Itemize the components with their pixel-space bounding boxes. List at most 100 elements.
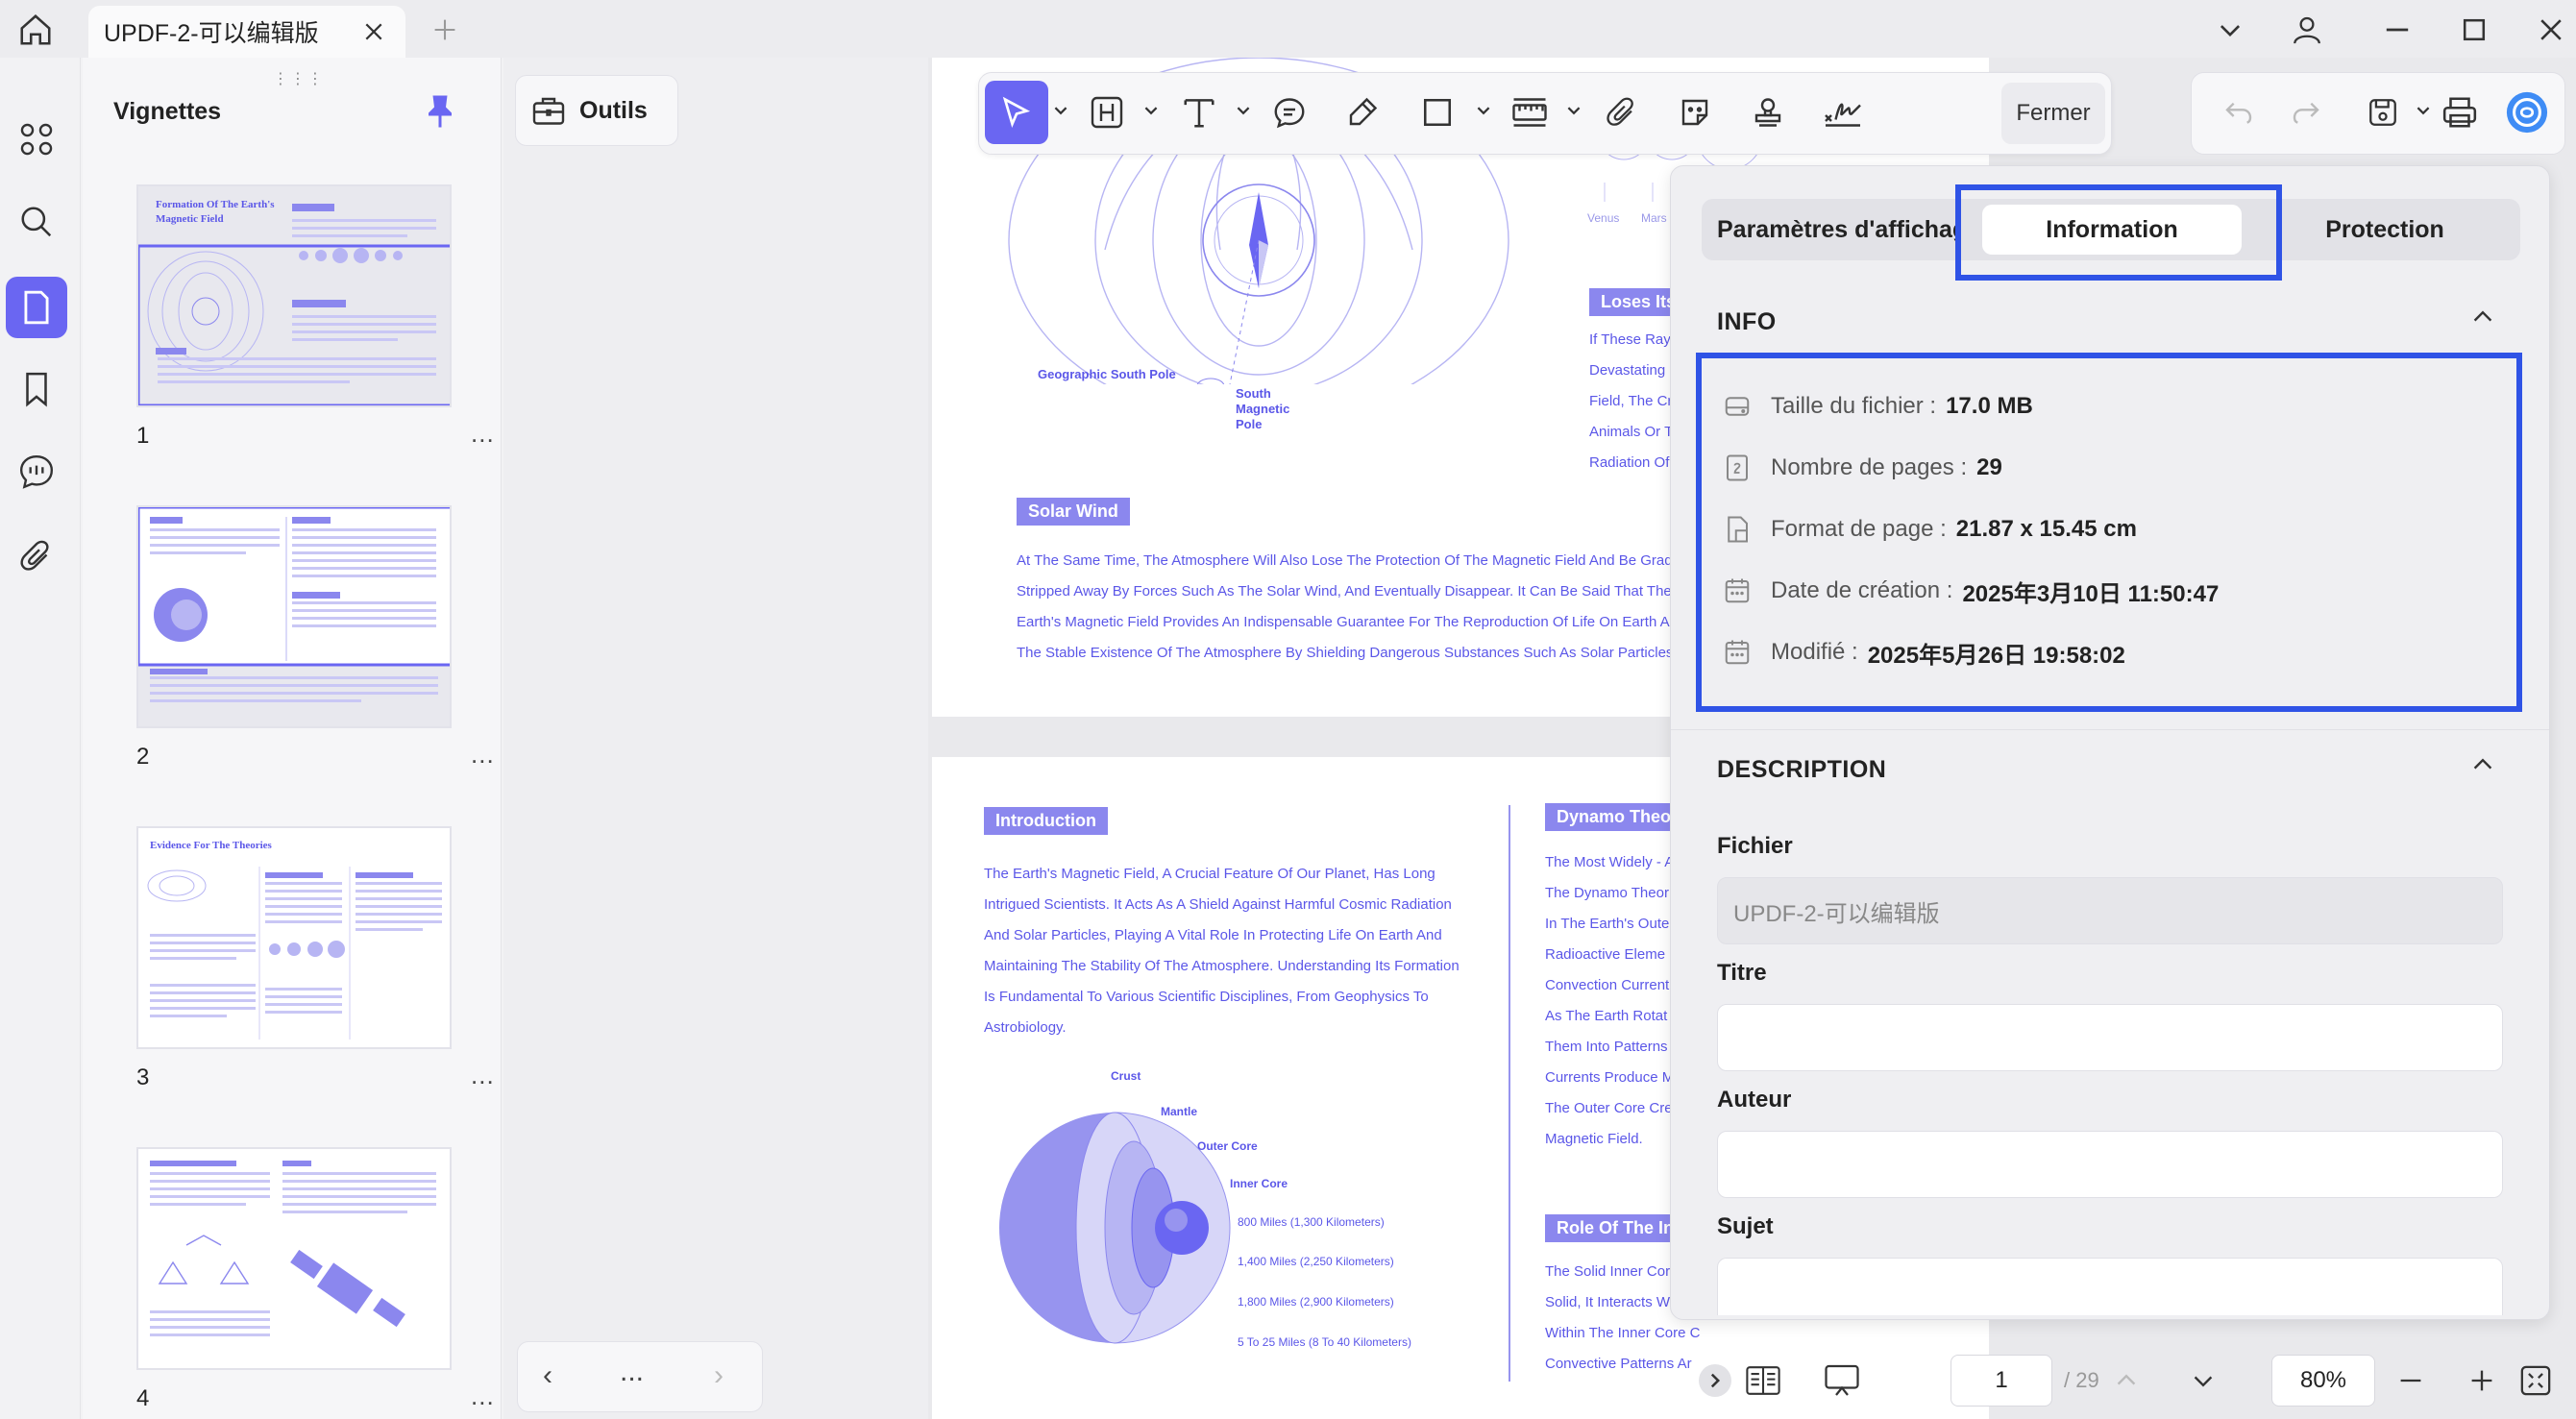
thumbnail-page-1[interactable]: Formation Of The Earth's Magnetic Field … bbox=[136, 184, 494, 449]
thumbnail-page-3[interactable]: Evidence For The Theories 3 ... bbox=[136, 826, 494, 1090]
comments-icon[interactable] bbox=[9, 444, 64, 500]
tab-display-settings[interactable]: Paramètres d'affichage bbox=[1709, 199, 1959, 260]
file-size-label: Taille du fichier : bbox=[1771, 393, 1937, 419]
page-count-label: Nombre de pages : bbox=[1771, 454, 1968, 480]
rectangle-tool-icon[interactable] bbox=[1406, 81, 1469, 144]
close-toolbar-button[interactable]: Fermer bbox=[2001, 83, 2105, 144]
minimize-icon[interactable] bbox=[2373, 6, 2421, 54]
page-total: / 29 bbox=[2064, 1368, 2099, 1392]
collapse-info-icon[interactable] bbox=[2468, 303, 2497, 331]
page-pager: ‹ ... › bbox=[517, 1341, 763, 1412]
creation-date-row: Date de création : 2025年3月10日 11:50:47 bbox=[1721, 572, 2219, 610]
fit-screen-icon[interactable] bbox=[2512, 1357, 2560, 1405]
introduction-text: The Earth's Magnetic Field, A Crucial Fe… bbox=[984, 866, 1460, 1036]
thumbnails-icon[interactable] bbox=[6, 277, 67, 338]
tools-column: Outils ‹ ... › bbox=[503, 58, 928, 1419]
thumbnail-more-button[interactable]: ... bbox=[471, 740, 495, 770]
zoom-level[interactable]: 80% bbox=[2271, 1355, 2375, 1407]
page-number-input[interactable]: 1 bbox=[1950, 1355, 2052, 1407]
heading-tool-caret-icon[interactable] bbox=[1142, 102, 1160, 119]
pager-more-button[interactable]: ... bbox=[620, 1356, 644, 1388]
ai-assistant-icon[interactable] bbox=[2495, 81, 2559, 144]
resize-handle[interactable]: ⋮⋮⋮ bbox=[273, 69, 325, 88]
thumbnail-more-button[interactable]: ... bbox=[471, 1382, 495, 1411]
close-window-icon[interactable] bbox=[2527, 6, 2575, 54]
thumbnail-page-2[interactable]: 2 ... bbox=[136, 505, 494, 770]
new-tab-icon[interactable] bbox=[429, 13, 461, 46]
thumbnails-panel: ⋮⋮⋮ Vignettes Formation Of The Earth's M… bbox=[83, 58, 502, 1419]
next-page-chevron-icon[interactable] bbox=[2179, 1357, 2227, 1405]
select-tool-icon[interactable] bbox=[985, 81, 1048, 144]
measure-tool-caret-icon[interactable] bbox=[1565, 102, 1582, 119]
close-tab-icon[interactable] bbox=[359, 17, 388, 46]
heading-tool-icon[interactable] bbox=[1075, 81, 1139, 144]
document-tab[interactable]: UPDF-2-可以编辑版 bbox=[88, 6, 405, 58]
file-size-row: Taille du fichier : 17.0 MB bbox=[1721, 387, 2033, 426]
titre-field[interactable] bbox=[1717, 1004, 2503, 1071]
page-layout-icon[interactable] bbox=[1739, 1357, 1787, 1405]
layer-label: Mantle bbox=[1161, 1105, 1198, 1118]
depth-label: 1,400 Miles (2,250 Kilometers) bbox=[1238, 1255, 1394, 1268]
auteur-field[interactable] bbox=[1717, 1131, 2503, 1198]
creation-date-value: 2025年3月10日 11:50:47 bbox=[1962, 580, 2220, 607]
section-divider bbox=[1671, 729, 2549, 730]
tab-protection[interactable]: Protection bbox=[2259, 199, 2511, 260]
thumbnail-more-button[interactable]: ... bbox=[471, 1061, 495, 1090]
comment-tool-icon[interactable] bbox=[1258, 81, 1321, 144]
sujet-field[interactable] bbox=[1717, 1258, 2503, 1315]
sticker-tool-icon[interactable] bbox=[1663, 81, 1727, 144]
page-format-value: 21.87 x 15.45 cm bbox=[1955, 516, 2137, 542]
solar-wind-text: At The Same Time, The Atmosphere Will Al… bbox=[1017, 552, 1674, 661]
zoom-in-icon[interactable] bbox=[2458, 1357, 2506, 1405]
highlighter-tool-icon[interactable] bbox=[1331, 81, 1394, 144]
geo-south-pole-label: Geographic South Pole bbox=[1038, 367, 1176, 381]
outils-button[interactable]: Outils bbox=[515, 75, 678, 146]
shape-tool-caret-icon[interactable] bbox=[1475, 102, 1492, 119]
annotation-toolbar: Fermer bbox=[978, 72, 2112, 155]
bookmark-icon[interactable] bbox=[9, 361, 64, 417]
fichier-label: Fichier bbox=[1717, 833, 1793, 859]
stamp-tool-icon[interactable] bbox=[1736, 81, 1800, 144]
attachment-icon[interactable] bbox=[9, 528, 64, 584]
modified-date-label: Modifié : bbox=[1771, 639, 1858, 665]
select-tool-caret-icon[interactable] bbox=[1052, 102, 1069, 119]
thumbnail-more-button[interactable]: ... bbox=[471, 419, 495, 449]
introduction-badge: Introduction bbox=[984, 807, 1108, 835]
calendar-icon bbox=[1721, 636, 1754, 669]
drive-icon bbox=[1721, 390, 1754, 423]
thumbnail-page-4[interactable]: 4 ... bbox=[136, 1147, 494, 1411]
measure-tool-icon[interactable] bbox=[1498, 81, 1561, 144]
depth-label: 5 To 25 Miles (8 To 40 Kilometers) bbox=[1238, 1335, 1411, 1349]
pin-icon[interactable] bbox=[421, 92, 459, 131]
tab-title: UPDF-2-可以编辑版 bbox=[104, 20, 319, 47]
undo-icon[interactable] bbox=[2207, 81, 2270, 144]
layer-label: Crust bbox=[1111, 1069, 1141, 1083]
save-icon[interactable] bbox=[2351, 81, 2415, 144]
text-tool-caret-icon[interactable] bbox=[1235, 102, 1252, 119]
expand-statusbar-icon[interactable] bbox=[1699, 1364, 1731, 1397]
role-badge: Role Of The In bbox=[1545, 1214, 1686, 1242]
chevron-down-icon[interactable] bbox=[2206, 6, 2254, 54]
information-tab-highlight bbox=[1955, 184, 2282, 281]
apps-icon[interactable] bbox=[9, 111, 64, 167]
signature-tool-icon[interactable] bbox=[1811, 81, 1875, 144]
next-page-icon[interactable]: › bbox=[714, 1359, 724, 1392]
collapse-description-icon[interactable] bbox=[2468, 750, 2497, 779]
page-format-row: Format de page : 21.87 x 15.45 cm bbox=[1721, 510, 2137, 549]
titre-label: Titre bbox=[1717, 960, 1767, 986]
description-section-title: DESCRIPTION bbox=[1717, 756, 1887, 783]
zoom-out-icon[interactable] bbox=[2387, 1357, 2435, 1405]
maximize-icon[interactable] bbox=[2450, 6, 2498, 54]
prev-page-icon[interactable]: ‹ bbox=[543, 1359, 552, 1392]
layer-label: Inner Core bbox=[1230, 1177, 1288, 1190]
redo-icon[interactable] bbox=[2274, 81, 2338, 144]
attach-tool-icon[interactable] bbox=[1590, 81, 1654, 144]
home-icon[interactable] bbox=[12, 6, 60, 54]
print-icon[interactable] bbox=[2428, 81, 2491, 144]
account-icon[interactable] bbox=[2283, 6, 2331, 54]
search-icon[interactable] bbox=[9, 194, 64, 250]
prev-page-chevron-icon[interactable] bbox=[2102, 1357, 2150, 1405]
presentation-icon[interactable] bbox=[1818, 1357, 1866, 1405]
right-column-text: If These Rays Devastating B Field, The C… bbox=[1589, 331, 1683, 471]
text-tool-icon[interactable] bbox=[1167, 81, 1231, 144]
